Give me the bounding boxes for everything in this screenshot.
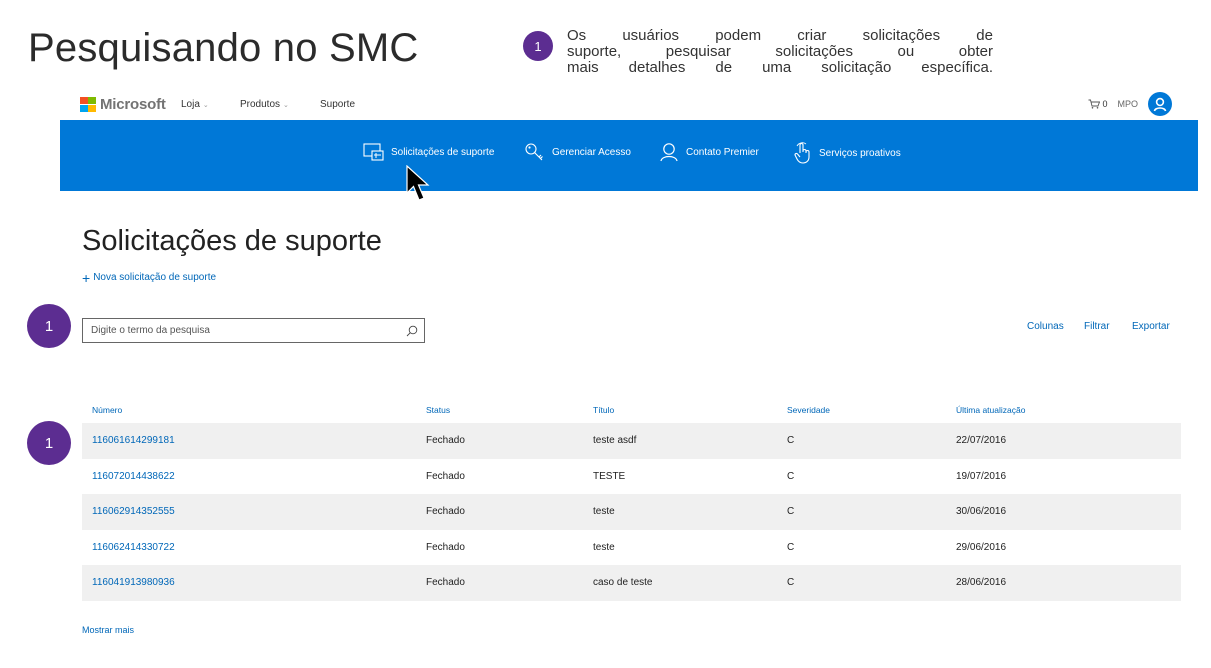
- severity-cell: C: [787, 435, 795, 446]
- nav-loja-label: Loja: [181, 99, 200, 110]
- updated-cell: 29/06/2016: [956, 541, 1007, 553]
- show-more-link[interactable]: Mostrar mais: [82, 625, 134, 635]
- support-requests-table: Número Status Título Severidade Última a…: [82, 398, 1181, 601]
- status-cell: Fechado: [426, 435, 465, 446]
- support-request-icon: [363, 143, 384, 161]
- table-row[interactable]: 116062914352555 Fechado teste C 30/06/20…: [82, 494, 1181, 530]
- nav-gerenciar-acesso[interactable]: Gerenciar Acesso: [524, 142, 631, 162]
- table-callout-badge: 1: [27, 421, 71, 465]
- chevron-down-icon: ⌄: [202, 102, 209, 109]
- callout-line: mais detalhes de uma solicitação específ…: [567, 59, 993, 76]
- nav-loja[interactable]: Loja ⌄: [181, 99, 209, 110]
- updated-cell: 19/07/2016: [956, 470, 1007, 482]
- new-support-request-label: Nova solicitação de suporte: [93, 272, 217, 283]
- updated-cell: 22/07/2016: [956, 435, 1007, 446]
- column-header-ultima-atualizacao[interactable]: Última atualização: [956, 405, 1025, 415]
- request-number-link[interactable]: 116062414330722: [92, 542, 175, 553]
- column-header-severidade[interactable]: Severidade: [787, 405, 830, 415]
- key-icon: [525, 143, 543, 161]
- header-right: 0 MPO: [1088, 92, 1172, 116]
- title-cell: teste: [593, 506, 615, 517]
- microsoft-header: Microsoft Loja ⌄ Produtos ⌄ Suporte 0 MPO: [60, 88, 1198, 120]
- table-row[interactable]: 116061614299181 Fechado teste asdf C 22/…: [82, 423, 1181, 459]
- callout-text: Os usuários podem criar solicitações de …: [567, 28, 993, 76]
- status-cell: Fechado: [426, 541, 465, 553]
- user-avatar[interactable]: [1148, 92, 1172, 116]
- updated-cell: 30/06/2016: [956, 506, 1007, 517]
- title-cell: teste: [593, 541, 615, 553]
- columns-button[interactable]: Colunas: [1027, 321, 1064, 332]
- hand-touch-icon: [794, 142, 810, 164]
- title-cell: teste asdf: [593, 435, 637, 446]
- nav-contato-label: Contato Premier: [686, 146, 759, 158]
- cart-button[interactable]: 0: [1088, 99, 1107, 109]
- microsoft-logo[interactable]: Microsoft: [80, 96, 166, 113]
- nav-produtos[interactable]: Produtos ⌄: [240, 99, 289, 110]
- nav-suporte[interactable]: Suporte: [320, 99, 355, 110]
- export-button[interactable]: Exportar: [1132, 321, 1170, 332]
- table-row[interactable]: 116072014438622 Fechado TESTE C 19/07/20…: [82, 459, 1181, 495]
- nav-produtos-label: Produtos: [240, 99, 281, 110]
- table-row[interactable]: 116041913980936 Fechado caso de teste C …: [82, 565, 1181, 601]
- updated-cell: 28/06/2016: [956, 577, 1007, 588]
- column-header-numero[interactable]: Número: [92, 405, 122, 415]
- chevron-down-icon: ⌄: [283, 102, 289, 109]
- cart-count: 0: [1102, 99, 1108, 109]
- title-cell: caso de teste: [593, 577, 653, 588]
- nav-suporte-label: Suporte: [320, 99, 356, 110]
- nav-gerenciar-label: Gerenciar Acesso: [552, 146, 631, 158]
- new-support-request-link[interactable]: + Nova solicitação de suporte: [82, 269, 217, 286]
- nav-solicitacoes-label: Solicitações de suporte: [391, 146, 495, 158]
- user-initials[interactable]: MPO: [1117, 99, 1138, 109]
- severity-cell: C: [787, 577, 795, 588]
- slide-title: Pesquisando no SMC: [28, 26, 419, 70]
- mouse-pointer-icon: [406, 165, 430, 201]
- column-header-status[interactable]: Status: [426, 405, 450, 415]
- microsoft-brand: Microsoft: [100, 96, 166, 113]
- filter-button[interactable]: Filtrar: [1084, 321, 1110, 332]
- user-icon: [1153, 97, 1167, 112]
- callout-line: suporte, pesquisar solicitações ou obter: [567, 43, 993, 60]
- status-cell: Fechado: [426, 506, 465, 517]
- search-callout-badge: 1: [27, 304, 71, 348]
- cart-icon: [1088, 99, 1101, 109]
- search-box[interactable]: [82, 318, 425, 343]
- nav-servicos-label: Serviços proativos: [819, 147, 901, 159]
- status-cell: Fechado: [426, 577, 465, 588]
- status-cell: Fechado: [426, 470, 465, 482]
- request-number-link[interactable]: 116072014438622: [92, 471, 175, 482]
- plus-icon: +: [82, 269, 91, 286]
- callout-line: Os usuários podem criar solicitações de: [567, 27, 993, 44]
- request-number-link[interactable]: 116061614299181: [92, 435, 175, 446]
- search-input[interactable]: [91, 325, 391, 336]
- nav-contato-premier[interactable]: Contato Premier: [658, 142, 759, 162]
- severity-cell: C: [787, 541, 795, 553]
- page-heading: Solicitações de suporte: [82, 225, 382, 257]
- table-row[interactable]: 116062414330722 Fechado teste C 29/06/20…: [82, 530, 1181, 566]
- callout-number-badge: 1: [523, 31, 553, 61]
- severity-cell: C: [787, 470, 795, 482]
- title-cell: TESTE: [593, 470, 626, 482]
- search-icon[interactable]: [406, 325, 418, 337]
- microsoft-logo-icon: [80, 96, 96, 113]
- column-header-titulo[interactable]: Título: [593, 405, 614, 415]
- support-nav-band: Solicitações de suporte Gerenciar Acesso…: [60, 120, 1198, 191]
- table-header: Número Status Título Severidade Última a…: [82, 398, 1181, 423]
- severity-cell: C: [787, 506, 795, 517]
- request-number-link[interactable]: 116062914352555: [92, 506, 175, 517]
- nav-solicitacoes-de-suporte[interactable]: Solicitações de suporte: [363, 142, 494, 162]
- request-number-link[interactable]: 116041913980936: [92, 577, 175, 588]
- nav-servicos-proativos[interactable]: Serviços proativos: [793, 142, 901, 164]
- person-icon: [660, 143, 678, 162]
